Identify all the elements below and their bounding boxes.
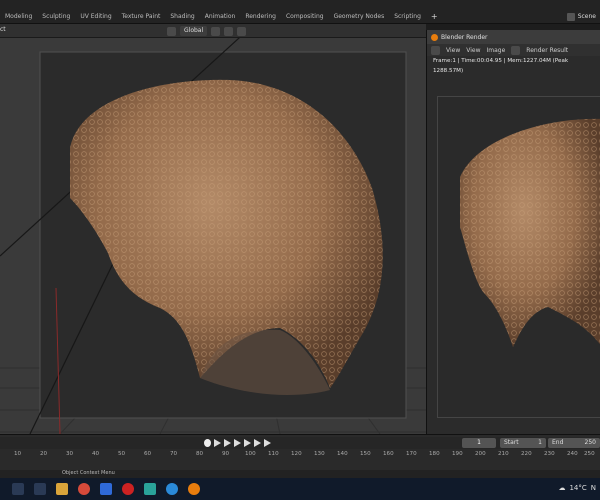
- object-mode-label[interactable]: ct: [0, 26, 6, 33]
- play-reverse-icon[interactable]: [234, 439, 241, 447]
- ruler-tick: 200: [475, 451, 486, 457]
- timeline-ruler[interactable]: 10 20 30 40 50 60 70 80 90 100 110 120 1…: [0, 451, 600, 461]
- render-window-title: Blender Render: [441, 33, 488, 41]
- pivot-icon[interactable]: [211, 26, 221, 36]
- start-frame-field[interactable]: Start 1: [500, 438, 546, 448]
- ruler-tick: 100: [245, 451, 256, 457]
- blender-taskbar-icon[interactable]: [188, 483, 200, 495]
- task-view-icon[interactable]: [34, 483, 46, 495]
- ruler-tick: 210: [498, 451, 509, 457]
- orientation-icon: [167, 26, 176, 36]
- render-result-selector[interactable]: Render Result: [526, 47, 568, 54]
- tray-extra-label: N: [590, 484, 596, 492]
- playback-controls: 1 Start 1 End 250: [0, 437, 600, 449]
- ruler-tick: 60: [144, 451, 152, 457]
- viewport-header: ct Global: [0, 24, 426, 38]
- render-canvas[interactable]: [437, 96, 600, 418]
- chrome-icon[interactable]: [78, 483, 90, 495]
- image-slot-icon[interactable]: [511, 45, 521, 55]
- jump-end-icon[interactable]: [264, 439, 271, 447]
- ruler-tick: 240: [567, 451, 578, 457]
- ruler-tick: 140: [337, 451, 348, 457]
- ruler-tick: 160: [383, 451, 394, 457]
- ruler-tick: 70: [170, 451, 178, 457]
- ruler-tick: 20: [40, 451, 48, 457]
- os-taskbar: ☁ 14°C N: [0, 478, 600, 500]
- ruler-tick: 10: [14, 451, 22, 457]
- ruler-tick: 120: [291, 451, 302, 457]
- render-window-titlebar[interactable]: Blender Render: [427, 30, 600, 44]
- file-explorer-icon[interactable]: [56, 483, 68, 495]
- status-message: Object Context Menu: [62, 470, 115, 476]
- ruler-tick: 50: [118, 451, 126, 457]
- tab-compositing[interactable]: Compositing: [281, 12, 329, 22]
- snap-icon[interactable]: [224, 26, 234, 36]
- ruler-tick: 40: [92, 451, 100, 457]
- ruler-tick: 170: [406, 451, 417, 457]
- menu-view-2[interactable]: View: [466, 47, 480, 54]
- workspace-tabs: Modeling Sculpting UV Editing Texture Pa…: [0, 12, 443, 22]
- transform-controls: Global: [167, 26, 247, 36]
- app-c-icon[interactable]: [166, 483, 178, 495]
- editor-type-icon[interactable]: [431, 45, 440, 55]
- start-value: 1: [538, 439, 542, 446]
- tab-animation[interactable]: Animation: [200, 12, 241, 22]
- opera-icon[interactable]: [122, 483, 134, 495]
- play-icon[interactable]: [244, 439, 251, 447]
- ruler-tick: 30: [66, 451, 74, 457]
- ruler-tick: 190: [452, 451, 463, 457]
- viewport-scene: [0, 38, 426, 434]
- add-workspace-button[interactable]: +: [426, 12, 443, 22]
- tab-modeling[interactable]: Modeling: [0, 12, 37, 22]
- tab-rendering[interactable]: Rendering: [240, 12, 281, 22]
- menu-image[interactable]: Image: [487, 47, 506, 54]
- ruler-tick: 150: [360, 451, 371, 457]
- search-icon[interactable]: [12, 483, 24, 495]
- ruler-tick: 250: [584, 451, 595, 457]
- weather-icon[interactable]: ☁: [558, 484, 565, 492]
- ruler-tick: 80: [196, 451, 204, 457]
- current-frame-field[interactable]: 1: [462, 438, 496, 448]
- next-keyframe-icon[interactable]: [254, 439, 261, 447]
- workspace-topbar: Modeling Sculpting UV Editing Texture Pa…: [0, 0, 600, 24]
- temperature-label: 14°C: [569, 484, 587, 492]
- word-icon[interactable]: [100, 483, 112, 495]
- tab-shading[interactable]: Shading: [165, 12, 199, 22]
- tab-sculpting[interactable]: Sculpting: [37, 12, 75, 22]
- render-window: Blender Render View View Image Render Re…: [426, 30, 600, 434]
- proportional-edit-icon[interactable]: [237, 26, 247, 36]
- orientation-dropdown[interactable]: Global: [180, 26, 208, 36]
- prev-keyframe-icon[interactable]: [224, 439, 231, 447]
- timeline: 1 Start 1 End 250 10 20 30 40 50 60 70 8…: [0, 434, 600, 470]
- ruler-tick: 220: [521, 451, 532, 457]
- app-m-icon[interactable]: [144, 483, 156, 495]
- scene-selector[interactable]: Scene: [566, 12, 596, 22]
- render-stats: Frame:1 | Time:00:04.95 | Mem:1227.04M (…: [433, 58, 569, 74]
- ruler-tick: 90: [222, 451, 230, 457]
- end-value: 250: [584, 439, 596, 446]
- ruler-tick: 130: [314, 451, 325, 457]
- tab-scripting[interactable]: Scripting: [389, 12, 426, 22]
- scene-icon: [566, 13, 575, 21]
- ruler-tick: 230: [544, 451, 555, 457]
- system-tray: ☁ 14°C N: [558, 484, 596, 492]
- status-bar: Object Context Menu: [0, 470, 600, 478]
- scene-label: Scene: [577, 13, 596, 20]
- 3d-viewport[interactable]: [0, 38, 426, 434]
- tab-geometry-nodes[interactable]: Geometry Nodes: [329, 12, 390, 22]
- render-image: [438, 97, 600, 417]
- end-frame-field[interactable]: End 250: [548, 438, 600, 448]
- jump-start-icon[interactable]: [214, 439, 221, 447]
- tab-texture-paint[interactable]: Texture Paint: [117, 12, 166, 22]
- ruler-tick: 180: [429, 451, 440, 457]
- ruler-tick: 110: [268, 451, 279, 457]
- render-toolbar: View View Image Render Result: [427, 44, 600, 56]
- tab-uv-editing[interactable]: UV Editing: [75, 12, 116, 22]
- menu-view[interactable]: View: [446, 47, 460, 54]
- record-icon[interactable]: [204, 439, 211, 447]
- blender-logo-icon: [431, 33, 438, 41]
- end-label: End: [552, 439, 564, 446]
- start-label: Start: [504, 439, 519, 446]
